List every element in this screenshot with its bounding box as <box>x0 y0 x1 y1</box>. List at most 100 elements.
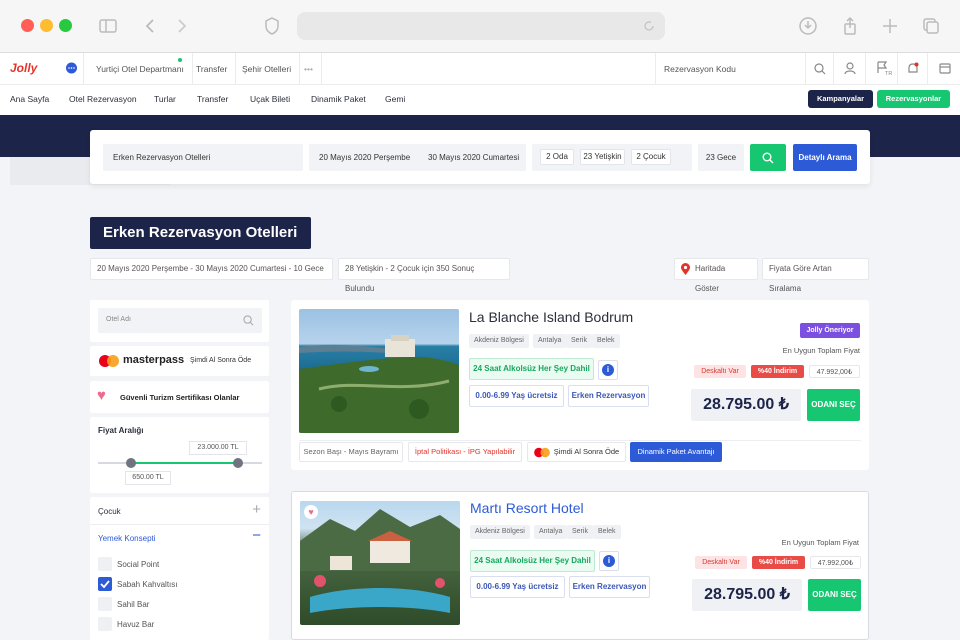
notification-bell-icon[interactable] <box>897 53 927 85</box>
guests-field[interactable]: 2 Oda 23 Yetişkin 2 Çocuk <box>532 144 692 171</box>
price-max-label: 23.000.00 TL <box>189 441 247 455</box>
filter-accordion: Çocuk + Yemek Konsepti − Social Point Sab… <box>90 497 269 640</box>
discount-badge: %40 İndirim <box>752 556 805 569</box>
deposit-badge: Deskaltı Var <box>694 365 746 378</box>
hotel-card-2: ♥ Martı Resort Hotel Akdeniz Bölgesi Ant… <box>291 491 869 640</box>
nav-hotel-reservation[interactable]: Otel Rezervasyon <box>69 85 137 113</box>
best-price-label: En Uygun Toplam Fiyat <box>781 538 859 547</box>
sidebar-toggle-icon[interactable] <box>98 16 118 36</box>
minimize-window-button[interactable] <box>40 19 53 32</box>
online-dot <box>178 58 182 62</box>
info-button[interactable]: i <box>599 551 619 571</box>
new-tab-icon[interactable] <box>880 16 900 36</box>
checkmark-icon <box>100 580 110 589</box>
hotel-photo[interactable] <box>299 309 459 433</box>
search-button[interactable] <box>750 144 786 171</box>
topbar-item-domestic-hotel[interactable]: Yurtiçi Otel Departmanı <box>88 53 193 85</box>
select-room-button[interactable]: ODANI SEÇ <box>807 389 860 421</box>
jolly-logo[interactable]: Jolly <box>10 61 37 75</box>
forward-icon[interactable] <box>172 16 192 36</box>
browser-toolbar <box>0 0 960 53</box>
nights-field[interactable]: 23 Gece <box>698 144 744 171</box>
nav-dynamic-package[interactable]: Dinamik Paket <box>311 85 366 113</box>
date-from: 20 Mayıs 2020 Perşembe <box>319 153 411 162</box>
meal-option-checkbox[interactable] <box>98 597 112 611</box>
reservation-code-input[interactable]: Rezervasyon Kodu <box>655 53 805 85</box>
hotel-photo[interactable]: ♥ <box>300 501 460 625</box>
price-min-handle[interactable] <box>126 458 136 468</box>
rooms-chip[interactable]: 2 Oda <box>540 149 574 165</box>
kids-free-badge: 0.00-6.99 Yaş ücretsiz <box>470 576 565 598</box>
meal-option-label: Havuz Bar <box>117 620 155 629</box>
share-icon[interactable] <box>840 16 860 36</box>
nav-tours[interactable]: Turlar <box>154 85 176 113</box>
child-filter-header[interactable]: Çocuk + <box>90 497 269 525</box>
search-icon <box>243 315 254 326</box>
info-icon: i <box>602 364 614 376</box>
chat-icon[interactable] <box>56 53 84 85</box>
city-tag: Antalya <box>533 334 567 348</box>
hotel-name-input[interactable]: Otel Adı <box>98 308 262 333</box>
meal-option-checkbox[interactable] <box>98 577 112 591</box>
heart-icon[interactable]: ♥ <box>304 505 318 519</box>
reservations-button[interactable]: Rezervasyonlar <box>877 90 950 108</box>
maximize-window-button[interactable] <box>59 19 72 32</box>
hotel-name-panel: Otel Adı <box>90 300 269 342</box>
nav-transfer[interactable]: Transfer <box>197 85 228 113</box>
date-range-field[interactable]: 20 Mayıs 2020 Perşembe 30 Mayıs 2020 Cum… <box>309 144 526 171</box>
topbar-item-transfer[interactable]: Transfer <box>188 53 237 85</box>
hotel-name[interactable]: Martı Resort Hotel <box>470 500 584 516</box>
address-bar[interactable] <box>297 12 665 40</box>
old-price: 47.992,00₺ <box>809 365 860 378</box>
download-icon[interactable] <box>798 16 818 36</box>
map-button[interactable]: Haritada Göster <box>674 258 758 293</box>
adults-chip[interactable]: 23 Yetişkin <box>580 149 625 165</box>
price-max-handle[interactable] <box>233 458 243 468</box>
calendar-icon[interactable] <box>927 53 960 85</box>
collapse-minus-icon[interactable]: − <box>252 527 261 544</box>
children-chip[interactable]: 2 Çocuk <box>631 149 671 165</box>
meal-option-label: Sahil Bar <box>117 600 150 609</box>
nav-flight[interactable]: Uçak Bileti <box>250 85 290 113</box>
nav-cruise[interactable]: Gemi <box>385 85 405 113</box>
destination-input[interactable]: Erken Rezervasyon Otelleri <box>103 144 303 171</box>
close-window-button[interactable] <box>21 19 34 32</box>
area-tag: Belek <box>593 525 621 539</box>
masterpass-filter[interactable]: masterpass Şimdi Al Sonra Öde <box>90 346 269 376</box>
expand-plus-icon[interactable]: + <box>252 501 261 518</box>
topbar-more[interactable]: ••• <box>296 53 322 85</box>
price-range-title: Fiyat Aralığı <box>98 426 144 435</box>
info-icon: i <box>603 555 615 567</box>
region-tag: Akdeniz Bölgesi <box>470 525 530 539</box>
meal-concept-header[interactable]: Yemek Konsepti <box>98 534 156 543</box>
search-icon[interactable] <box>805 53 833 85</box>
back-icon[interactable] <box>140 16 160 36</box>
dynamic-package-chip[interactable]: Dinamik Paket Avantajı <box>630 442 722 462</box>
page-title: Erken Rezervasyon Otelleri <box>90 217 311 249</box>
child-filter-label: Çocuk <box>98 507 121 516</box>
discount-badge: %40 İndirim <box>751 365 804 378</box>
meal-option-checkbox[interactable] <box>98 557 112 571</box>
sort-dropdown[interactable]: Fiyata Göre Artan Sıralama <box>762 258 869 293</box>
meal-option-label: Social Point <box>117 560 160 569</box>
language-code: TR <box>885 71 893 77</box>
safe-tourism-filter[interactable]: ♥ Güvenli Turizm Sertifikası Olanlar <box>90 381 269 413</box>
shield-icon[interactable] <box>262 16 282 36</box>
safe-tourism-label: Güvenli Turizm Sertifikası Olanlar <box>120 393 240 402</box>
campaigns-button[interactable]: Kampanyalar <box>808 90 873 108</box>
hotel-name[interactable]: La Blanche Island Bodrum <box>469 309 633 325</box>
select-room-button[interactable]: ODANI SEÇ <box>808 579 861 611</box>
date-to: 30 Mayıs 2020 Cumartesi <box>428 153 520 162</box>
tab-overview-icon[interactable] <box>921 16 941 36</box>
search-box: Erken Rezervasyon Otelleri 20 Mayıs 2020… <box>90 130 870 184</box>
user-icon[interactable] <box>833 53 865 85</box>
meal-option-checkbox[interactable] <box>98 617 112 631</box>
deposit-badge: Deskaltı Var <box>695 556 747 569</box>
nav-home[interactable]: Ana Sayfa <box>10 85 49 113</box>
info-button[interactable]: i <box>598 360 618 380</box>
topbar-item-city-hotels[interactable]: Şehir Otelleri <box>234 53 301 85</box>
reload-icon[interactable] <box>643 20 655 32</box>
detailed-search-button[interactable]: Detaylı Arama <box>793 144 857 171</box>
price-slider-fill <box>131 462 238 464</box>
language-flag-icon[interactable]: TR <box>865 53 897 85</box>
